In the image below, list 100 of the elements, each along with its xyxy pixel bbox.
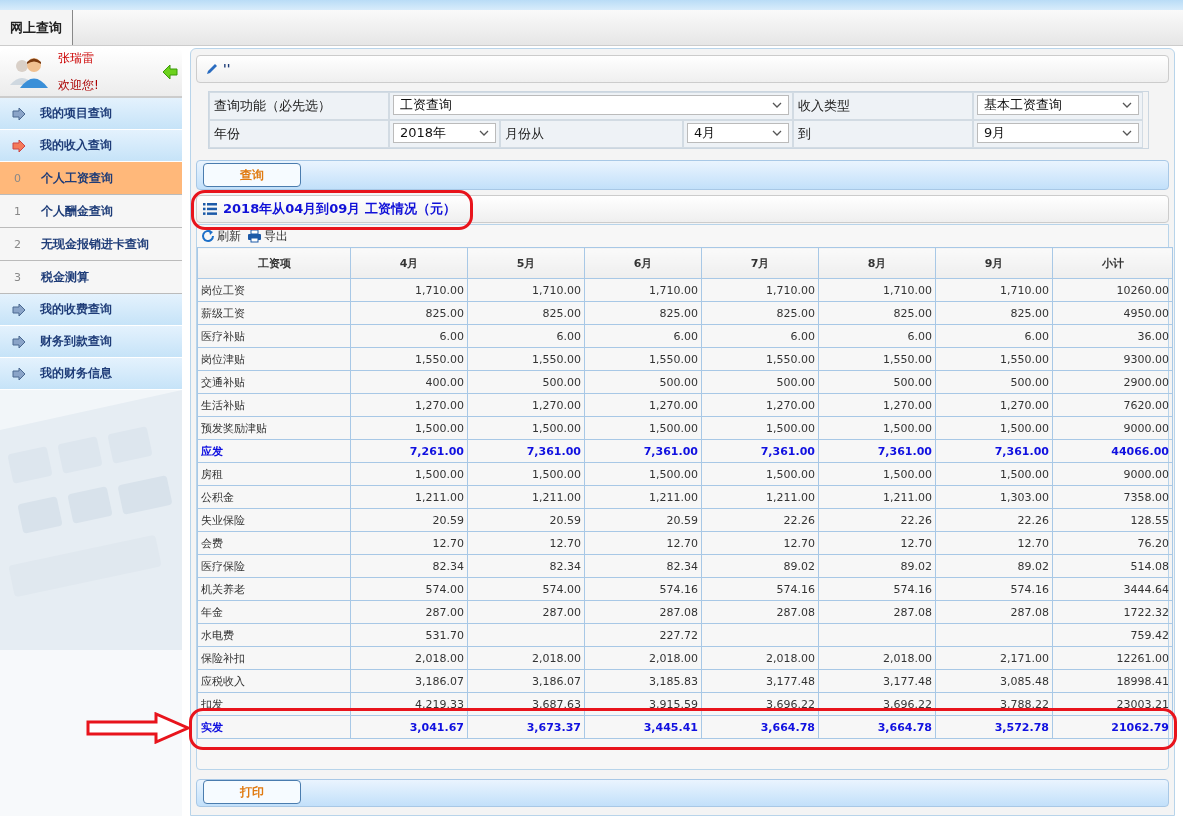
table-cell: 岗位津贴: [197, 347, 351, 371]
table-cell: 574.00: [350, 577, 468, 601]
sidebar-item[interactable]: 我的财务信息: [0, 358, 182, 390]
table-cell: 应发: [197, 439, 351, 463]
item-index: 2: [14, 237, 22, 251]
chevron-down-icon: [479, 130, 489, 136]
column-header[interactable]: 小计: [1052, 247, 1173, 279]
table-cell: 1,710.00: [467, 278, 585, 302]
table-cell: 3,915.59: [584, 692, 702, 716]
table-cell: 825.00: [584, 301, 702, 325]
table-cell: 房租: [197, 462, 351, 486]
table-cell: 1,500.00: [818, 462, 936, 486]
table-cell: 76.20: [1052, 531, 1173, 555]
sidebar-item[interactable]: 我的收入查询: [0, 130, 182, 162]
list-icon: [203, 203, 217, 215]
table-cell: 3,572.78: [935, 715, 1053, 739]
table-cell: 12.70: [350, 531, 468, 555]
table-cell: 1,211.00: [701, 485, 819, 509]
table-cell: 21062.79: [1052, 715, 1173, 739]
table-cell: 6.00: [818, 324, 936, 348]
table-cell: 500.00: [701, 370, 819, 394]
table-cell: 1,500.00: [935, 462, 1053, 486]
table-cell: 1,270.00: [701, 393, 819, 417]
welcome-text: 欢迎您!: [58, 77, 100, 94]
table-cell: 128.55: [1052, 508, 1173, 532]
table-cell: 89.02: [818, 554, 936, 578]
table-cell: 3,186.07: [467, 669, 585, 693]
table-cell: 287.08: [701, 600, 819, 624]
table-cell: 825.00: [701, 301, 819, 325]
arrow-icon: [12, 106, 26, 121]
column-header[interactable]: 工资项: [197, 247, 351, 279]
table-cell: 287.00: [467, 600, 585, 624]
item-index: 1: [14, 204, 22, 218]
table-cell: 3,085.48: [935, 669, 1053, 693]
top-tab[interactable]: 网上查询: [0, 10, 73, 45]
table-cell: 574.16: [584, 577, 702, 601]
table-cell: 7,361.00: [584, 439, 702, 463]
sidebar-subitem[interactable]: 1 个人酬金查询: [0, 195, 182, 228]
table-cell: 82.34: [350, 554, 468, 578]
table-cell: 825.00: [467, 301, 585, 325]
table-cell: 6.00: [935, 324, 1053, 348]
sidebar-item[interactable]: 财务到款查询: [0, 326, 182, 358]
column-header[interactable]: 8月: [818, 247, 936, 279]
table-cell: 医疗补贴: [197, 324, 351, 348]
select-field[interactable]: 9月: [977, 123, 1139, 143]
select-field[interactable]: 工资查询: [393, 95, 789, 115]
column-header[interactable]: 7月: [701, 247, 819, 279]
table-cell: 574.16: [818, 577, 936, 601]
sidebar-subitem[interactable]: 0 个人工资查询: [0, 162, 182, 195]
field-label: 查询功能（必先选）: [209, 92, 389, 120]
column-header[interactable]: 9月: [935, 247, 1053, 279]
table-cell: 12261.00: [1052, 646, 1173, 670]
table-cell: 1,710.00: [350, 278, 468, 302]
table-cell: 825.00: [350, 301, 468, 325]
sidebar-subitem[interactable]: 3 税金测算: [0, 261, 182, 294]
table-cell: 应税收入: [197, 669, 351, 693]
table-cell: 1,710.00: [818, 278, 936, 302]
table-cell: 预发奖励津贴: [197, 416, 351, 440]
table-cell: 失业保险: [197, 508, 351, 532]
table-cell: 10260.00: [1052, 278, 1173, 302]
table-cell: 年金: [197, 600, 351, 624]
table-cell: 3,041.67: [350, 715, 468, 739]
table-cell: 825.00: [818, 301, 936, 325]
table-cell: 7,261.00: [350, 439, 468, 463]
table-cell: 2,171.00: [935, 646, 1053, 670]
table-cell: 23003.21: [1052, 692, 1173, 716]
table-cell: 89.02: [935, 554, 1053, 578]
toolbar-button[interactable]: 刷新: [201, 227, 241, 245]
table-cell: 水电费: [197, 623, 351, 647]
table-cell: 1,500.00: [350, 462, 468, 486]
sidebar-item[interactable]: 我的项目查询: [0, 98, 182, 130]
column-header[interactable]: 4月: [350, 247, 468, 279]
table-cell: 20.59: [584, 508, 702, 532]
table-cell: 3,177.48: [818, 669, 936, 693]
item-index: 3: [14, 270, 22, 284]
select-field[interactable]: 2018年: [393, 123, 496, 143]
table-cell: 1,211.00: [467, 485, 585, 509]
arrow-left-icon[interactable]: [162, 64, 178, 80]
chevron-down-icon: [1122, 130, 1132, 136]
refresh-icon: [201, 229, 215, 243]
table-cell: 岗位工资: [197, 278, 351, 302]
table-cell: 2,018.00: [350, 646, 468, 670]
table-cell: 1722.32: [1052, 600, 1173, 624]
table-cell: 7620.00: [1052, 393, 1173, 417]
table-cell: 医疗保险: [197, 554, 351, 578]
item-label: 个人酬金查询: [41, 202, 113, 220]
column-header[interactable]: 6月: [584, 247, 702, 279]
column-header[interactable]: 5月: [467, 247, 585, 279]
pencil-icon: [205, 62, 219, 76]
table-cell: 2900.00: [1052, 370, 1173, 394]
chevron-down-icon: [772, 102, 782, 108]
table-cell: 6.00: [467, 324, 585, 348]
table-cell: 500.00: [467, 370, 585, 394]
table-cell: 9300.00: [1052, 347, 1173, 371]
sidebar-subitem[interactable]: 2 无现金报销进卡查询: [0, 228, 182, 261]
table-cell: 6.00: [701, 324, 819, 348]
sidebar-item[interactable]: 我的收费查询: [0, 294, 182, 326]
select-field[interactable]: 基本工资查询: [977, 95, 1139, 115]
toolbar-button[interactable]: 导出: [247, 227, 288, 245]
select-field[interactable]: 4月: [687, 123, 789, 143]
